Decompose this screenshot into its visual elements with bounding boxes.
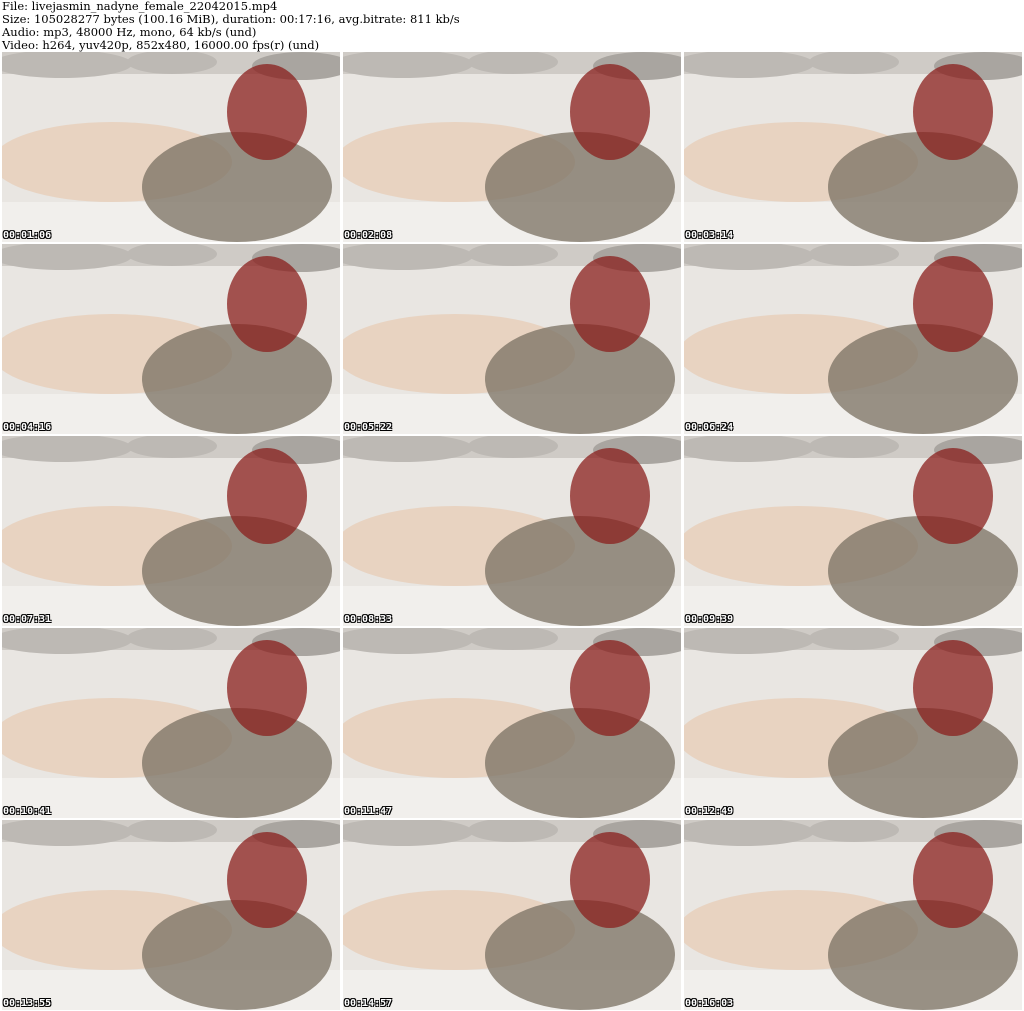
thumbnail-grid: 00:01:06 00:02:08 00:03:14 00:04:16 00:0… [2,52,1023,1010]
frame-image [2,436,340,626]
frame-image [2,244,340,434]
video-thumbnail: 00:12:49 [684,628,1022,818]
video-thumbnail: 00:08:33 [343,436,681,626]
frame-image [343,52,681,242]
video-thumbnail: 00:02:08 [343,52,681,242]
thumbnail-timestamp: 00:04:16 [3,422,52,433]
thumbnail-timestamp: 00:09:39 [685,614,734,625]
frame-image [684,628,1022,818]
video-thumbnail: 00:01:06 [2,52,340,242]
frame-image [2,820,340,1010]
video-thumbnail: 00:16:03 [684,820,1022,1010]
thumbnail-timestamp: 00:14:57 [344,998,393,1009]
video-thumbnail: 00:04:16 [2,244,340,434]
thumbnail-timestamp: 00:06:24 [685,422,734,433]
thumbnail-timestamp: 00:16:03 [685,998,734,1009]
thumbnail-timestamp: 00:01:06 [3,230,52,241]
frame-image [684,52,1022,242]
video-thumbnail: 00:03:14 [684,52,1022,242]
frame-image [684,820,1022,1010]
video-thumbnail: 00:09:39 [684,436,1022,626]
video-thumbnail: 00:06:24 [684,244,1022,434]
thumbnail-timestamp: 00:08:33 [344,614,393,625]
thumbnail-timestamp: 00:10:41 [3,806,52,817]
thumbnail-timestamp: 00:02:08 [344,230,393,241]
frame-image [684,244,1022,434]
video-thumbnail: 00:07:31 [2,436,340,626]
video-info-line: Video: h264, yuv420p, 852x480, 16000.00 … [2,38,320,52]
video-thumbnail: 00:13:55 [2,820,340,1010]
frame-image [343,436,681,626]
thumbnail-timestamp: 00:05:22 [344,422,393,433]
video-thumbnail: 00:14:57 [343,820,681,1010]
thumbnail-timestamp: 00:11:47 [344,806,393,817]
file-info-header: File: livejasmin_nadyne_female_22042015.… [2,0,1022,52]
video-thumbnail: 00:11:47 [343,628,681,818]
frame-image [343,628,681,818]
video-thumbnail: 00:10:41 [2,628,340,818]
thumbnail-timestamp: 00:13:55 [3,998,52,1009]
frame-image [2,52,340,242]
frame-image [2,628,340,818]
thumbnail-timestamp: 00:03:14 [685,230,734,241]
thumbnail-timestamp: 00:07:31 [3,614,52,625]
video-thumbnail: 00:05:22 [343,244,681,434]
frame-image [343,820,681,1010]
thumbnail-timestamp: 00:12:49 [685,806,734,817]
frame-image [684,436,1022,626]
frame-image [343,244,681,434]
